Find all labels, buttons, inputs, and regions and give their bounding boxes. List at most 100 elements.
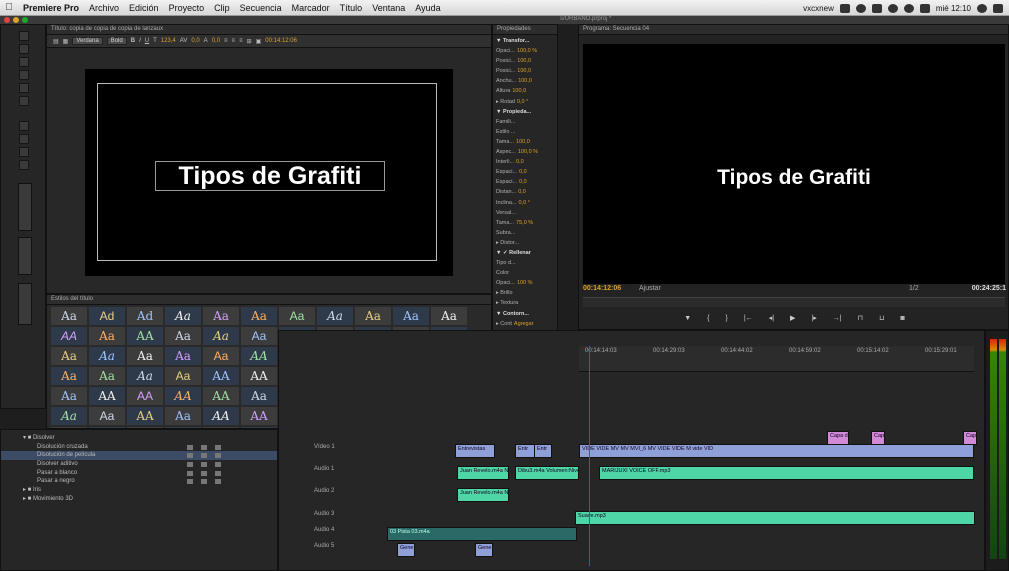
center-panel[interactable] xyxy=(18,237,32,275)
bluetooth-icon[interactable] xyxy=(887,3,898,13)
align-panel[interactable] xyxy=(18,183,32,231)
menu-ventana[interactable]: Ventana xyxy=(367,3,410,13)
property-value[interactable]: 100,0 xyxy=(516,139,530,145)
new-title-icon[interactable]: ▦ xyxy=(63,38,69,45)
italic-icon[interactable]: I xyxy=(139,38,141,44)
track-header[interactable]: Audio 1 xyxy=(314,466,434,480)
property-row[interactable]: ▸ Rotad 0,0 ° xyxy=(496,97,554,107)
style-swatch[interactable]: Aa xyxy=(203,327,239,345)
kerning-value[interactable]: 0,0 xyxy=(191,38,199,44)
property-row[interactable]: ▼ Propieda... xyxy=(496,107,554,117)
property-value[interactable]: 100,0 xyxy=(512,88,526,94)
clip-video-strip[interactable]: VIDE VIDE MV MV MVI_6 MV VIDE VIDE M vid… xyxy=(579,444,974,458)
style-swatch[interactable]: Aa xyxy=(127,367,163,385)
style-swatch[interactable]: Aa xyxy=(51,307,87,325)
property-row[interactable]: Tipo d... xyxy=(496,258,554,268)
title-designer-tab[interactable]: Título: copia de copia de copia de lanza… xyxy=(47,25,491,35)
effect-item[interactable]: Disolver aditivo xyxy=(1,460,277,469)
go-to-in-icon[interactable]: |← xyxy=(744,315,753,322)
effect-item[interactable]: ▾ ■ Disolver xyxy=(1,434,277,443)
style-swatch[interactable]: AA xyxy=(127,387,163,405)
underline-icon[interactable]: U xyxy=(145,38,149,44)
add-anchor-tool-icon[interactable] xyxy=(19,83,29,93)
property-row[interactable]: Aspec... 100,0 % xyxy=(496,147,554,157)
timeline-ruler[interactable]: 00:14:14:03 00:14:29:03 00:14:44:02 00:14:5… xyxy=(579,346,974,372)
ellipse-tool-icon[interactable] xyxy=(19,134,29,144)
title-styles-tab[interactable]: Estilos del título xyxy=(47,295,491,305)
property-row[interactable]: Espaci... 0,0 xyxy=(496,177,554,187)
style-swatch[interactable]: Aa xyxy=(431,307,467,325)
roll-crawl-icon[interactable]: ▤ xyxy=(53,38,59,45)
distribute-panel[interactable] xyxy=(18,283,32,325)
style-swatch[interactable]: Aa xyxy=(241,307,277,325)
lift-icon[interactable]: ⊓ xyxy=(858,314,863,322)
menu-ayuda[interactable]: Ayuda xyxy=(410,3,445,13)
style-swatch[interactable]: AA xyxy=(241,347,277,365)
program-screen[interactable]: Tipos de Grafiti xyxy=(583,44,1005,284)
clip-entr-2[interactable]: Entr xyxy=(534,444,552,458)
property-value[interactable]: 0,0 xyxy=(516,159,524,165)
property-row[interactable]: Tama... 75,0 % xyxy=(496,218,554,228)
play-icon[interactable]: ▶ xyxy=(790,314,795,322)
property-row[interactable]: Espaci... 0,0 xyxy=(496,167,554,177)
align-left-icon[interactable]: ≡ xyxy=(224,38,228,44)
effect-item[interactable]: Pasar a negro xyxy=(1,477,277,486)
style-swatch[interactable]: Aa xyxy=(165,327,201,345)
clip-gen-2[interactable]: Gene xyxy=(475,543,493,557)
property-value[interactable]: 100,0 xyxy=(517,58,531,64)
convert-anchor-tool-icon[interactable] xyxy=(19,96,29,106)
effect-item[interactable]: Disolución cruzada xyxy=(1,443,277,452)
property-value[interactable]: 100,0 xyxy=(518,78,532,84)
zoom-fit-select[interactable]: Ajustar xyxy=(639,285,661,292)
style-swatch[interactable]: AA xyxy=(165,387,201,405)
background-video-icon[interactable]: ▣ xyxy=(256,38,262,45)
style-swatch[interactable]: Aa xyxy=(89,327,125,345)
rectangle-tool-icon[interactable] xyxy=(19,121,29,131)
style-swatch[interactable]: AA xyxy=(203,367,239,385)
property-row[interactable]: Famili... xyxy=(496,117,554,127)
clip-title-capa-2[interactable]: Capa xyxy=(871,431,885,445)
effect-item[interactable]: Disolución de película xyxy=(1,451,277,461)
property-row[interactable]: Distan... 0,0 xyxy=(496,187,554,197)
property-row[interactable]: Posici... 100,0 xyxy=(496,56,554,66)
menu-clip[interactable]: Clip xyxy=(209,3,235,13)
style-swatch[interactable]: AA xyxy=(89,387,125,405)
style-swatch[interactable]: AA xyxy=(241,367,277,385)
style-swatch[interactable]: Aa xyxy=(165,367,201,385)
style-swatch[interactable]: Aa xyxy=(393,307,429,325)
program-time-ruler[interactable] xyxy=(583,297,1005,307)
property-row[interactable]: Interli... 0,0 xyxy=(496,157,554,167)
adobe-icon[interactable] xyxy=(839,3,850,13)
style-swatch[interactable]: Aa xyxy=(165,307,201,325)
clip-audio-4[interactable]: 03 Pista 03.m4a xyxy=(387,527,577,541)
notification-list-icon[interactable] xyxy=(993,3,1003,13)
go-to-out-icon[interactable]: →| xyxy=(833,315,842,322)
style-swatch[interactable]: AA xyxy=(241,407,277,425)
step-forward-icon[interactable]: |▸ xyxy=(811,314,816,322)
clip-juan-revelo-2[interactable]: Juan Revelo.m4a Nivel ▾ xyxy=(457,488,509,502)
property-row[interactable]: ▸ Textura xyxy=(496,298,554,308)
selection-tool-icon[interactable] xyxy=(19,31,29,41)
property-row[interactable]: ▼ Contorn... xyxy=(496,309,554,319)
tab-stops-icon[interactable]: ⊞ xyxy=(247,38,252,45)
effect-item[interactable]: Pasar a blanco xyxy=(1,469,277,478)
style-swatch[interactable]: AA xyxy=(51,327,87,345)
volume-icon[interactable] xyxy=(919,3,930,13)
property-value[interactable]: 0,0 xyxy=(519,179,527,185)
sync-icon[interactable] xyxy=(855,3,866,13)
font-size-value[interactable]: 123,4 xyxy=(161,38,176,44)
mark-out-icon[interactable]: } xyxy=(726,315,728,322)
clock[interactable]: mié 12:10 xyxy=(936,4,971,13)
style-swatch[interactable]: AA xyxy=(127,407,163,425)
clip-dibu3[interactable]: Dibu3.m4a Volumen:Nivel ▾ xyxy=(515,466,579,480)
property-row[interactable]: Opaci... 100 % xyxy=(496,278,554,288)
property-value[interactable]: 100 % xyxy=(517,280,533,286)
clip-gen-1[interactable]: Gene xyxy=(397,543,415,557)
property-row[interactable]: Estilo ... xyxy=(496,127,554,137)
style-swatch[interactable]: Aa xyxy=(51,407,87,425)
property-row[interactable]: ▸ ContAgregar xyxy=(496,319,554,329)
style-swatch[interactable]: Ad xyxy=(89,307,125,325)
wedge-tool-icon[interactable] xyxy=(19,147,29,157)
resolution-select[interactable]: 1/2 xyxy=(909,285,919,292)
style-swatch[interactable]: Aa xyxy=(203,307,239,325)
